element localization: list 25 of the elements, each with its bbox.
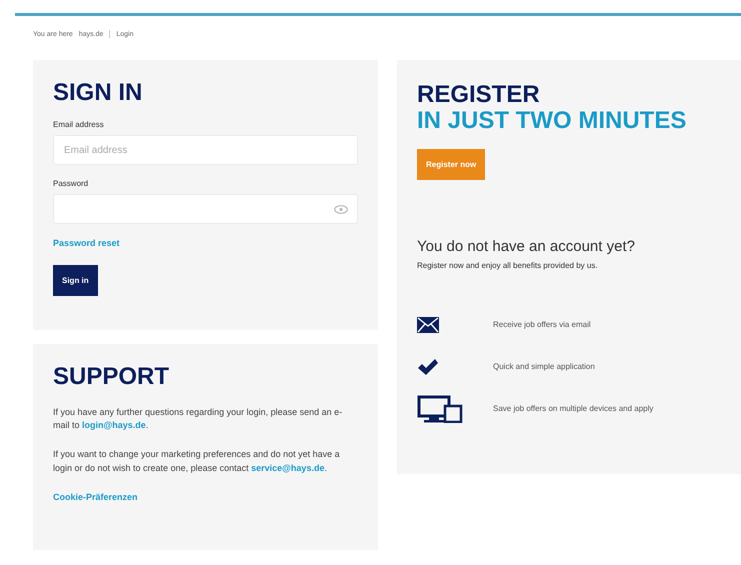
devices-icon: [417, 394, 463, 423]
cookie-preferences-link[interactable]: Cookie-Präferenzen: [53, 492, 138, 502]
email-label: Email address: [53, 120, 105, 130]
account-question: You do not have an account yet?: [417, 238, 636, 255]
support-heading: SUPPORT: [53, 364, 170, 390]
support-paragraph: If you have any further questions regarding your login, please send an e-mail to login@hays.de.: [53, 406, 344, 432]
checkmark-icon: [417, 358, 439, 376]
register-subheading: IN JUST TWO MINUTES: [417, 108, 688, 135]
benefit-text: Save job offers on multiple devices and apply: [493, 404, 654, 414]
register-text: Register now and enjoy all benefits provided by us.: [417, 260, 599, 270]
email-link[interactable]: login@hays.de: [82, 420, 146, 430]
password-field[interactable]: [53, 194, 358, 224]
support-paragraph: If you want to change your marketing preferences and do not yet have a login or do not wish to create one, please contact service@hays.de.: [53, 448, 341, 475]
sign-in-button[interactable]: Sign in: [53, 265, 98, 296]
envelope-icon: [417, 316, 439, 333]
register-heading: REGISTER: [417, 82, 541, 108]
benefit-text: Receive job offers via email: [493, 320, 591, 330]
email-link[interactable]: service@hays.de: [251, 462, 324, 473]
register-button[interactable]: Register now: [417, 148, 486, 180]
eye-icon[interactable]: [334, 205, 348, 214]
password-label: Password: [53, 179, 90, 188]
sign-in-heading: SIGN IN: [53, 80, 144, 106]
email-field[interactable]: Email address: [53, 135, 358, 166]
password-reset-link[interactable]: Password reset: [53, 238, 120, 248]
benefit-text: Quick and simple application: [493, 362, 595, 372]
